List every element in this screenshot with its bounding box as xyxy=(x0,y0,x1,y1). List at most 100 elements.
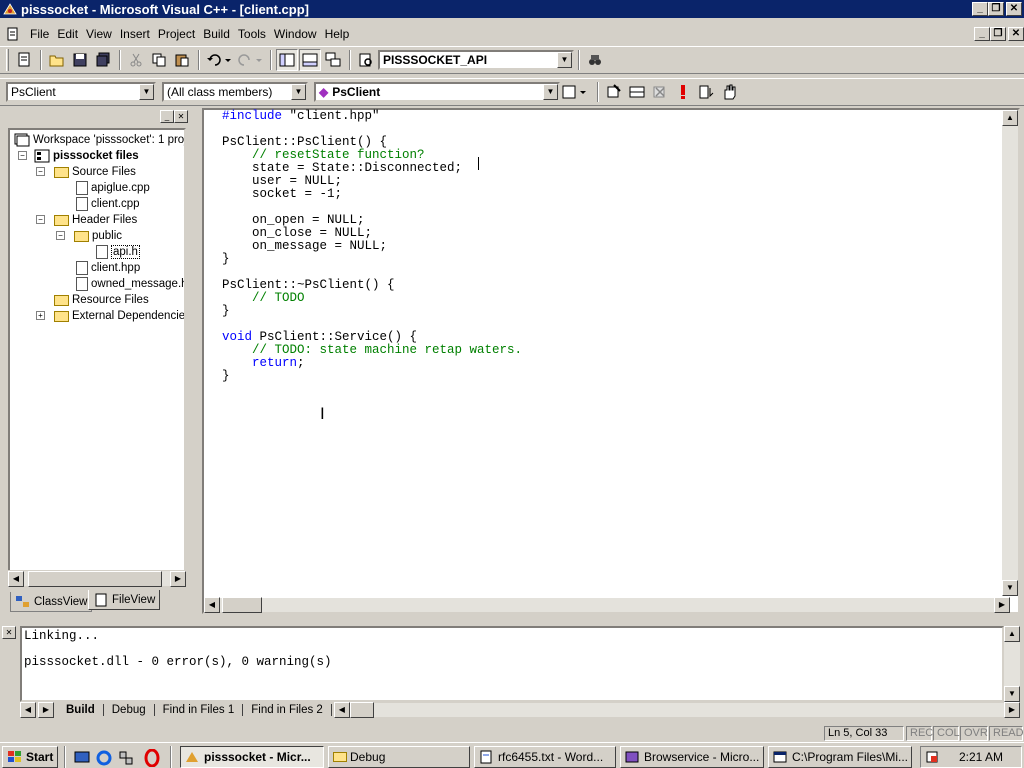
code-line[interactable]: #include "client.hpp" xyxy=(222,110,522,123)
menu-insert[interactable]: Insert xyxy=(116,27,154,41)
find-in-files-button[interactable] xyxy=(355,49,377,71)
workspace-minimize-button[interactable]: _ xyxy=(160,110,174,123)
close-button[interactable]: ✕ xyxy=(1006,2,1022,16)
task-browservice[interactable]: Browservice - Micro... xyxy=(620,746,764,768)
window-list-button[interactable] xyxy=(322,49,344,71)
collapse-icon[interactable]: − xyxy=(56,231,65,240)
tab-find-in-files-2[interactable]: Find in Files 2 xyxy=(243,704,332,716)
tree-file-api-h[interactable]: api.h xyxy=(96,244,140,260)
menu-build[interactable]: Build xyxy=(199,27,234,41)
redo-button[interactable] xyxy=(235,49,265,71)
code-line[interactable]: on_message = NULL; xyxy=(222,240,522,253)
code-line[interactable]: return; xyxy=(222,357,522,370)
output-close-button[interactable]: ✕ xyxy=(2,626,16,639)
tray-app-icon[interactable] xyxy=(925,750,941,764)
tab-scroll-right-icon[interactable]: ▶ xyxy=(38,702,54,718)
save-button[interactable] xyxy=(69,49,91,71)
tab-find-in-files-1[interactable]: Find in Files 1 xyxy=(155,704,244,716)
tab-build[interactable]: Build xyxy=(58,704,104,716)
menu-edit[interactable]: Edit xyxy=(53,27,82,41)
scroll-down-icon[interactable]: ▼ xyxy=(1002,580,1018,596)
tree-file-apiglue[interactable]: apiglue.cpp xyxy=(76,180,150,196)
function-combo[interactable]: ◆ PsClient ▼ xyxy=(314,82,560,102)
stop-build-button[interactable] xyxy=(649,81,671,103)
menu-window[interactable]: Window xyxy=(270,27,321,41)
menu-file[interactable]: File xyxy=(26,27,53,41)
search-button[interactable] xyxy=(584,49,606,71)
open-button[interactable] xyxy=(46,49,68,71)
workspace-toggle-button[interactable] xyxy=(276,49,298,71)
output-toggle-button[interactable] xyxy=(299,49,321,71)
mdi-close-button[interactable]: ✕ xyxy=(1008,27,1024,41)
task-debug-folder[interactable]: Debug xyxy=(328,746,470,768)
chevron-down-icon[interactable]: ▼ xyxy=(543,84,558,100)
tree-file-client-cpp[interactable]: client.cpp xyxy=(76,196,140,212)
collapse-icon[interactable]: − xyxy=(36,167,45,176)
code-text[interactable]: #include "client.hpp" PsClient::PsClient(… xyxy=(222,110,522,383)
code-line[interactable]: // TODO xyxy=(222,292,522,305)
mdi-minimize-button[interactable]: _ xyxy=(974,27,990,41)
network-icon[interactable] xyxy=(118,750,134,766)
clock[interactable]: 2:21 AM xyxy=(959,750,1003,764)
scroll-thumb[interactable] xyxy=(349,702,374,718)
output-line[interactable]: Linking... xyxy=(24,630,1000,643)
scroll-right-icon[interactable]: ▶ xyxy=(170,571,186,587)
opera-icon[interactable] xyxy=(144,749,160,767)
chevron-down-icon[interactable]: ▼ xyxy=(139,84,154,100)
task-visual-cpp[interactable]: pisssocket - Micr... xyxy=(180,746,324,768)
scroll-up-icon[interactable]: ▲ xyxy=(1002,110,1018,126)
tree-header-files[interactable]: Header Files xyxy=(54,212,137,228)
scroll-up-icon[interactable]: ▲ xyxy=(1004,626,1020,642)
menu-project[interactable]: Project xyxy=(154,27,199,41)
menu-tools[interactable]: Tools xyxy=(234,27,270,41)
scroll-right-icon[interactable]: ▶ xyxy=(1004,702,1020,718)
copy-button[interactable] xyxy=(148,49,170,71)
editor-vertical-scrollbar[interactable]: ▲ ▼ xyxy=(1002,110,1018,596)
undo-button[interactable] xyxy=(204,49,234,71)
tab-debug[interactable]: Debug xyxy=(104,704,155,716)
collapse-icon[interactable]: − xyxy=(36,215,45,224)
chevron-down-icon[interactable]: ▼ xyxy=(291,84,306,100)
scroll-right-icon[interactable]: ▶ xyxy=(994,597,1010,613)
menu-view[interactable]: View xyxy=(82,27,116,41)
output-vertical-scrollbar[interactable]: ▲ ▼ xyxy=(1004,626,1020,702)
scroll-left-icon[interactable]: ◀ xyxy=(333,702,350,718)
wizard-action-button[interactable] xyxy=(560,81,592,103)
scroll-thumb[interactable] xyxy=(222,597,262,613)
code-line[interactable]: } xyxy=(222,370,522,383)
execute-button[interactable] xyxy=(672,81,694,103)
tree-workspace[interactable]: Workspace 'pisssocket': 1 proje xyxy=(14,132,184,148)
cut-button[interactable] xyxy=(125,49,147,71)
tree-public-folder[interactable]: public xyxy=(74,228,122,244)
code-line[interactable]: } xyxy=(222,253,522,266)
toolbar-grip[interactable] xyxy=(6,49,9,71)
scroll-left-icon[interactable]: ◀ xyxy=(8,571,24,587)
save-all-button[interactable] xyxy=(92,49,114,71)
scroll-left-icon[interactable]: ◀ xyxy=(204,597,220,613)
menu-help[interactable]: Help xyxy=(321,27,354,41)
build-button[interactable] xyxy=(626,81,648,103)
members-combo[interactable]: (All class members) ▼ xyxy=(162,82,308,102)
output-line[interactable]: pisssocket.dll - 0 error(s), 0 warning(s… xyxy=(24,656,1000,669)
chevron-down-icon[interactable]: ▼ xyxy=(557,52,572,68)
tab-fileview[interactable]: FileView xyxy=(88,590,161,610)
tree-external-dependencies[interactable]: External Dependencies xyxy=(54,308,184,324)
tree-resource-files[interactable]: Resource Files xyxy=(54,292,149,308)
tab-scroll-left-icon[interactable]: ◀ xyxy=(20,702,36,718)
internet-explorer-icon[interactable] xyxy=(96,750,112,766)
go-button[interactable] xyxy=(695,81,717,103)
compile-button[interactable] xyxy=(603,81,625,103)
editor-horizontal-scrollbar[interactable]: ◀ ▶ xyxy=(204,597,1010,613)
start-button[interactable]: Start xyxy=(2,746,58,768)
task-word[interactable]: rfc6455.txt - Word... xyxy=(474,746,616,768)
task-program-files[interactable]: C:\Program Files\Mi... xyxy=(768,746,912,768)
tab-classview[interactable]: ClassView xyxy=(10,592,93,612)
find-combo[interactable]: PISSSOCKET_API ▼ xyxy=(378,50,574,70)
new-text-file-button[interactable] xyxy=(13,49,35,71)
workspace-close-button[interactable]: ✕ xyxy=(174,110,188,123)
minimize-button[interactable]: _ xyxy=(972,2,988,16)
tree-file-owned-message[interactable]: owned_message.h xyxy=(76,276,184,292)
collapse-icon[interactable]: − xyxy=(18,151,27,160)
tree-horizontal-scrollbar[interactable]: ◀ ▶ xyxy=(8,570,186,587)
scroll-thumb[interactable] xyxy=(28,571,162,587)
